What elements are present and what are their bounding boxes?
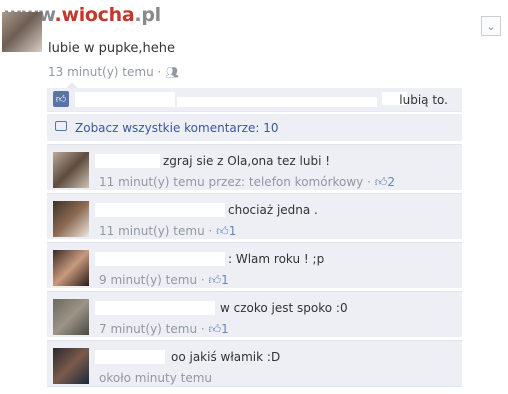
thumbs-up-icon: 👍︎ [208, 273, 222, 287]
comment-meta: około minuty temu [99, 371, 212, 385]
redaction [95, 252, 225, 266]
comment-icon [55, 121, 67, 131]
commenter-avatar[interactable] [53, 201, 89, 237]
comment-item: chociaż jedna . 11 minut(y) temu · 👍︎1 [47, 193, 462, 239]
friends-icon: 👥︎ [165, 66, 180, 79]
redaction [75, 92, 175, 107]
comment-likes[interactable]: 👍︎1 [209, 322, 229, 336]
comment-item: oo jakiś włamik :D około minuty temu [47, 340, 462, 386]
view-all-comments-label[interactable]: Zobacz wszystkie komentarze: 10 [75, 121, 279, 135]
comment-item: : Wlam roku ! ;p 9 minut(y) temu · 👍︎1 [47, 242, 462, 288]
comment-text: zgraj sie z Ola,ona tez lubi ! [163, 154, 331, 168]
thumbs-up-icon: 👍︎ [374, 175, 388, 189]
comment-meta: 11 minut(y) temu · 👍︎1 [99, 224, 237, 238]
comment-item: w czoko jest spoko :0 7 minut(y) temu · … [47, 291, 462, 337]
commenter-avatar[interactable] [53, 250, 89, 286]
comment-likes[interactable]: 👍︎2 [375, 175, 395, 189]
redaction [95, 203, 225, 217]
comment-text: : Wlam roku ! ;p [228, 252, 325, 266]
comment-text: oo jakiś włamik :D [171, 350, 281, 364]
author-avatar[interactable] [2, 12, 42, 52]
likes-bar: 👍︎ lubią to. [47, 88, 462, 112]
comment-meta: 9 minut(y) temu · 👍︎1 [99, 273, 229, 287]
comment-timestamp[interactable]: 11 minut(y) temu [99, 224, 205, 238]
comment-timestamp[interactable]: 9 minut(y) temu [99, 273, 197, 287]
comment-text: w czoko jest spoko :0 [220, 301, 348, 315]
thumbs-up-icon: 👍︎ [208, 322, 222, 336]
thumbs-up-icon: 👍︎ [53, 91, 69, 107]
post-meta: 13 minut(y) temu · 👥︎ [48, 65, 180, 79]
redaction [95, 350, 165, 364]
comment-meta: 7 minut(y) temu · 👍︎1 [99, 322, 229, 336]
redaction [95, 301, 215, 315]
thumbs-up-icon: 👍︎ [216, 224, 229, 238]
commenter-avatar[interactable] [53, 348, 89, 384]
comment-meta: 11 minut(y) temu przez: telefon komórkow… [99, 175, 395, 189]
comment-timestamp[interactable]: 11 minut(y) temu przez: telefon komórkow… [99, 175, 363, 189]
likes-text[interactable]: lubią to. [399, 93, 448, 107]
post-timestamp[interactable]: 13 minut(y) temu [48, 65, 154, 79]
view-all-comments-link[interactable]: Zobacz wszystkie komentarze: 10 [47, 114, 462, 141]
redaction [177, 97, 377, 107]
divider [47, 386, 462, 387]
redaction [95, 154, 160, 168]
commenter-avatar[interactable] [53, 299, 89, 335]
comment-timestamp[interactable]: 7 minut(y) temu [99, 322, 197, 336]
comment-timestamp[interactable]: około minuty temu [99, 371, 212, 385]
comment-likes[interactable]: 👍︎1 [209, 273, 229, 287]
options-chevron-button[interactable]: ⌄ [481, 16, 501, 36]
comment-item: zgraj sie z Ola,ona tez lubi ! 11 minut(… [47, 144, 462, 190]
chevron-down-icon: ⌄ [486, 19, 496, 33]
comment-likes[interactable]: 👍︎1 [216, 224, 236, 238]
comment-text: chociaż jedna . [228, 203, 318, 217]
post-text: lubie w pupke,hehe [48, 41, 176, 56]
commenter-avatar[interactable] [53, 152, 89, 188]
